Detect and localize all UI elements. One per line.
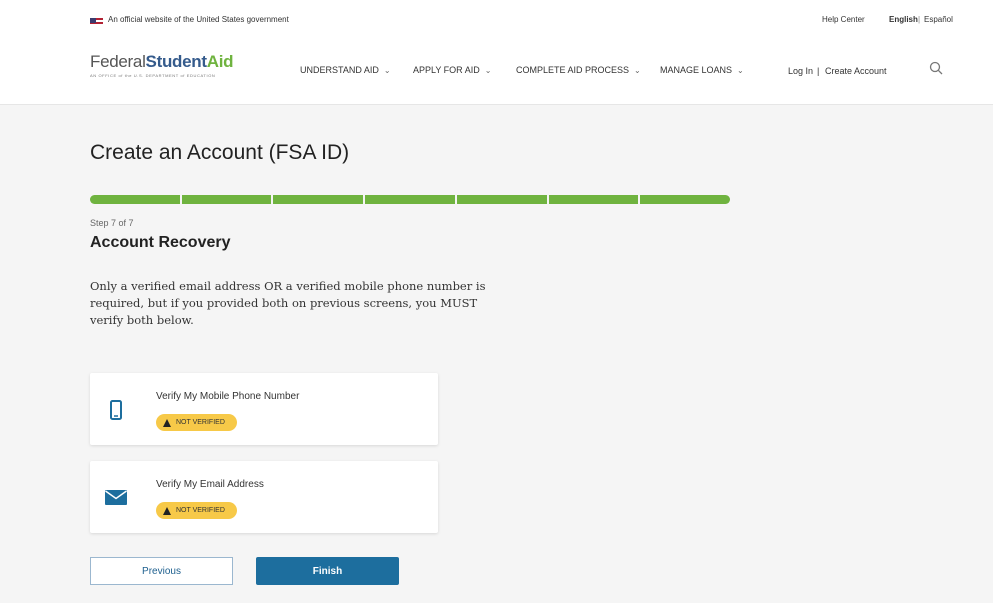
english-link[interactable]: English (889, 15, 918, 24)
chevron-down-icon: ⌄ (737, 66, 744, 75)
badge-text: NOT VERIFIED (176, 507, 225, 514)
login-separator: | (817, 66, 820, 76)
language-separator: | (918, 15, 921, 24)
previous-button[interactable]: Previous (90, 557, 233, 585)
progress-segment (90, 195, 180, 204)
nav-understand-aid[interactable]: UNDERSTAND AID ⌄ (300, 65, 391, 75)
nav-label: COMPLETE AID PROCESS (516, 65, 630, 75)
search-icon[interactable] (929, 61, 943, 75)
login-link[interactable]: Log In (788, 66, 813, 76)
gov-banner: An official website of the United States… (0, 0, 993, 44)
nav-apply-for-aid[interactable]: APPLY FOR AID ⌄ (413, 65, 491, 75)
envelope-icon (105, 490, 127, 505)
help-center-link[interactable]: Help Center (822, 15, 865, 24)
step-indicator: Step 7 of 7 (90, 218, 134, 228)
us-flag-icon (90, 18, 103, 26)
warning-icon (163, 418, 171, 427)
progress-segment (181, 195, 272, 204)
progress-segment (456, 195, 547, 204)
mobile-phone-icon (110, 400, 122, 420)
nav-complete-aid-process[interactable]: COMPLETE AID PROCESS ⌄ (516, 65, 641, 75)
logo-federal: Federal (90, 52, 146, 71)
not-verified-badge: NOT VERIFIED (156, 502, 237, 519)
verify-email-label: Verify My Email Address (156, 479, 264, 490)
chevron-down-icon: ⌄ (634, 66, 641, 75)
chevron-down-icon: ⌄ (484, 66, 492, 75)
verify-phone-card[interactable]: Verify My Mobile Phone Number NOT VERIFI… (90, 373, 438, 445)
progress-segment (548, 195, 639, 204)
federal-student-aid-logo[interactable]: FederalStudentAid (90, 52, 234, 72)
nav-label: UNDERSTAND AID (300, 65, 379, 75)
progress-segment (640, 195, 731, 204)
verify-phone-label: Verify My Mobile Phone Number (156, 391, 300, 402)
description-text: Only a verified email address OR a verif… (90, 279, 486, 327)
warning-icon (163, 506, 171, 515)
progress-segment (273, 195, 364, 204)
page-title: Create an Account (FSA ID) (90, 141, 350, 164)
badge-text: NOT VERIFIED (176, 419, 225, 426)
nav-label: APPLY FOR AID (413, 65, 480, 75)
logo-aid: Aid (206, 52, 234, 71)
progress-bar (90, 195, 731, 204)
not-verified-badge: NOT VERIFIED (156, 414, 237, 431)
logo-tagline: AN OFFICE of the U.S. DEPARTMENT of EDUC… (90, 73, 216, 78)
chevron-down-icon: ⌄ (383, 66, 391, 75)
espanol-link[interactable]: Español (924, 15, 953, 24)
nav-label: MANAGE LOANS (660, 65, 733, 75)
finish-button[interactable]: Finish (256, 557, 399, 585)
section-title: Account Recovery (90, 234, 231, 251)
logo-student: Student (145, 52, 207, 71)
verify-email-card[interactable]: Verify My Email Address NOT VERIFIED (90, 461, 438, 533)
nav-manage-loans[interactable]: MANAGE LOANS ⌄ (660, 65, 744, 75)
progress-segment (365, 195, 455, 204)
gov-banner-text: An official website of the United States… (108, 15, 289, 24)
create-account-link[interactable]: Create Account (825, 66, 887, 76)
